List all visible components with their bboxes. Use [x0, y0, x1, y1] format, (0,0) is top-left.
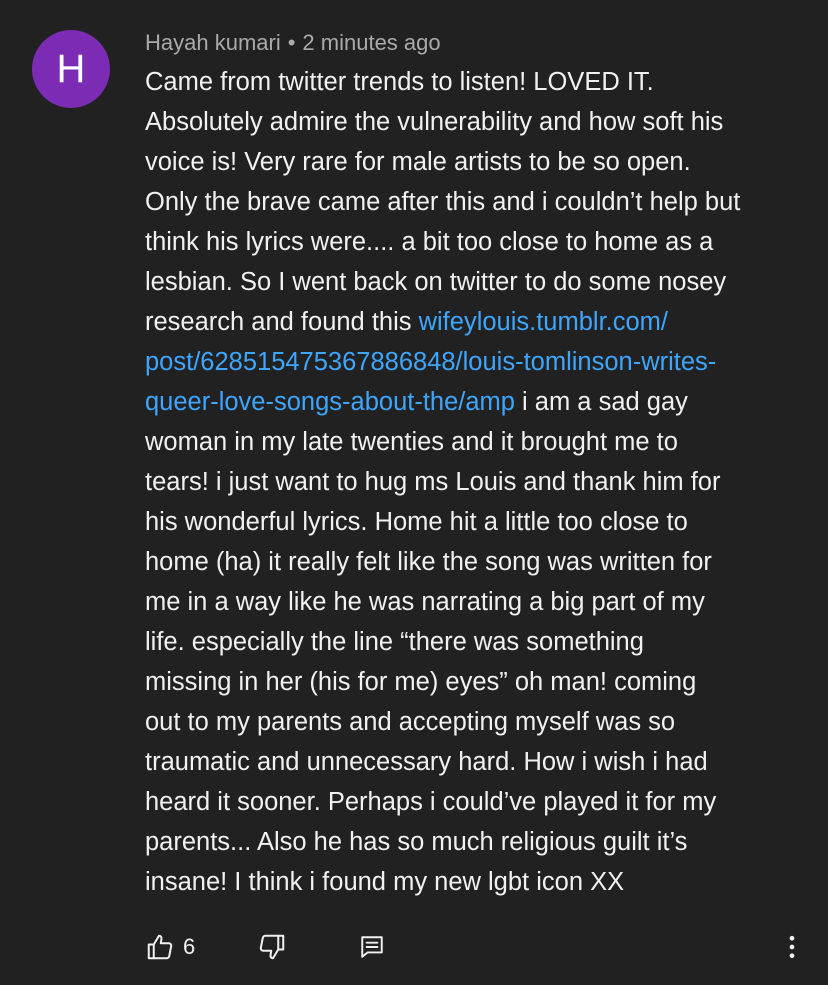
reply-comment-icon — [359, 933, 385, 961]
comment-text-segment: i am a sad gay — [514, 388, 688, 416]
comment-line: missing in her (his for me) eyes” oh man… — [145, 668, 697, 696]
comment-line: think his lyrics were.... a bit too clos… — [145, 228, 714, 256]
reply-button[interactable] — [359, 929, 385, 965]
comment-line: me in a way like he was narrating a big … — [145, 588, 705, 616]
dislike-button[interactable] — [257, 929, 287, 965]
comment-line: research and found this wifeylouis.tumbl… — [145, 302, 810, 342]
comment-header: Hayah kumari • 2 minutes ago — [145, 30, 441, 56]
comment-line: Absolutely admire the vulnerability and … — [145, 108, 724, 136]
thumbs-down-icon — [257, 932, 287, 962]
comment-line: home (ha) it really felt like the song w… — [145, 548, 712, 576]
comment-line: Only the brave came after this and i cou… — [145, 188, 741, 216]
comment-line: woman in my late twenties and it brought… — [145, 428, 678, 456]
avatar[interactable]: H — [32, 30, 110, 108]
comment-line: traumatic and unnecessary hard. How i wi… — [145, 748, 708, 776]
comment-timestamp[interactable]: 2 minutes ago — [302, 30, 440, 55]
thumbs-up-icon — [145, 932, 175, 962]
like-button[interactable]: 6 — [145, 929, 195, 965]
comment-line: heard it sooner. Perhaps i could’ve play… — [145, 788, 717, 816]
meta-separator: • — [287, 30, 296, 55]
comment-body: Came from twitter trends to listen! LOVE… — [145, 62, 810, 902]
like-count: 6 — [183, 934, 196, 959]
comment-text-segment: research and found this — [145, 308, 419, 336]
comment-line: post/628515475367886848/louis-tomlinson-… — [145, 342, 810, 382]
comment-link[interactable]: post/628515475367886848/louis-tomlinson-… — [145, 348, 716, 376]
comment-line: insane! I think i found my new lgbt icon… — [145, 868, 625, 896]
comment-link[interactable]: queer-love-songs-about-the/amp — [145, 388, 515, 416]
comment-line: tears! i just want to hug ms Louis and t… — [145, 468, 721, 496]
comment-line: parents... Also he has so much religious… — [145, 828, 688, 856]
comment-line: lesbian. So I went back on twitter to do… — [145, 268, 727, 296]
comment-line: Came from twitter trends to listen! LOVE… — [145, 68, 654, 96]
comment-action-bar: 6 — [145, 929, 815, 965]
comment-thread-item: H Hayah kumari • 2 minutes ago Came from t… — [0, 0, 828, 985]
comment-line: queer-love-songs-about-the/amp i am a sa… — [145, 382, 810, 422]
comment-line: his wonderful lyrics. Home hit a little … — [145, 508, 688, 536]
comment-link[interactable]: wifeylouis.tumblr.com/ — [419, 308, 668, 336]
avatar-initial: H — [56, 46, 86, 91]
comment-line: out to my parents and accepting myself w… — [145, 708, 676, 736]
author-name[interactable]: Hayah kumari — [145, 30, 281, 55]
comment-line: life. especially the line “there was som… — [145, 628, 644, 656]
comment-line: voice is! Very rare for male artists to … — [145, 148, 691, 176]
more-vertical-icon — [777, 932, 807, 962]
more-options-button[interactable] — [777, 929, 807, 965]
